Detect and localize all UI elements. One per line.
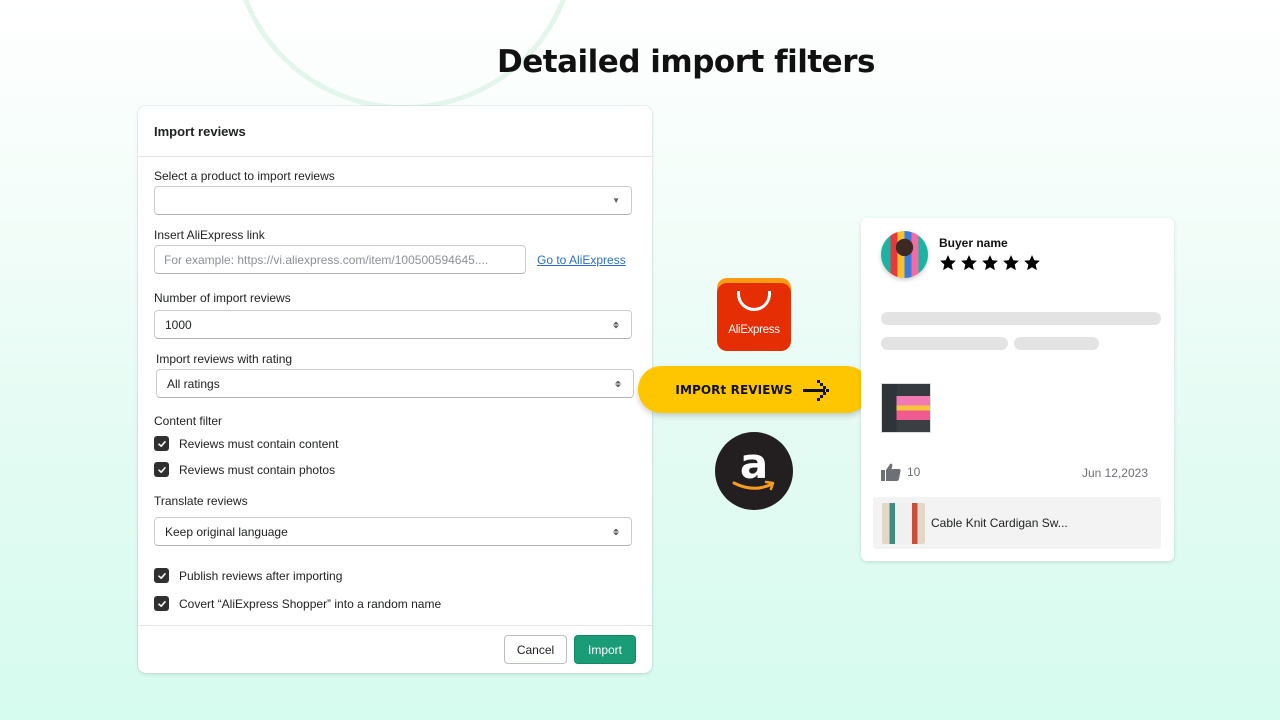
amazon-smile-icon	[732, 480, 775, 491]
checkbox-checked-icon[interactable]	[154, 568, 169, 583]
review-count-select[interactable]: 1000	[154, 310, 632, 339]
star-icon	[982, 255, 998, 271]
review-count-value: 1000	[165, 317, 192, 332]
checkbox-label: Reviews must contain photos	[179, 462, 336, 477]
modal-header: Import reviews	[138, 106, 652, 157]
text-skeleton-line	[881, 337, 1008, 350]
checkbox-checked-icon[interactable]	[154, 462, 169, 477]
page-headline: Detailed import filters	[497, 44, 875, 80]
rating-select-value: All ratings	[167, 376, 220, 391]
checkbox-checked-icon[interactable]	[154, 436, 169, 451]
rating-select[interactable]: All ratings	[156, 369, 634, 398]
review-photo[interactable]	[881, 383, 931, 433]
checkbox-contain-photos[interactable]: Reviews must contain photos	[154, 462, 335, 477]
text-skeleton-line	[1014, 337, 1099, 350]
product-link[interactable]: Cable Knit Cardigan Sw...	[873, 497, 1161, 549]
checkbox-label: Publish reviews after importing	[179, 568, 343, 583]
select-arrows-icon	[615, 380, 621, 387]
aliexpress-logo-text: AliExpress	[728, 324, 780, 336]
modal-title: Import reviews	[154, 124, 246, 139]
product-name: Cable Knit Cardigan Sw...	[931, 516, 1068, 530]
select-arrows-icon	[613, 528, 619, 535]
star-rating	[939, 254, 1041, 272]
star-icon	[961, 255, 977, 271]
amazon-logo: a	[715, 432, 793, 510]
buyer-name: Buyer name	[939, 236, 1008, 250]
star-icon	[1024, 255, 1040, 271]
buyer-avatar	[881, 231, 928, 278]
rating-select-label: Import reviews with rating	[156, 352, 293, 366]
review-card: Buyer name 10 Jun 12,2023 Cable Knit Car…	[861, 218, 1174, 561]
modal-footer: Cancel Import	[138, 625, 652, 673]
import-button[interactable]: Import	[574, 635, 636, 664]
aliexpress-logo: AliExpress	[717, 278, 791, 351]
review-date: Jun 12,2023	[1081, 466, 1148, 480]
shopping-bag-handle-icon	[737, 291, 771, 311]
import-reviews-label: IMPORt REVIEWS	[675, 382, 793, 397]
content-filter-label: Content filter	[154, 414, 223, 428]
checkbox-random-name[interactable]: Covert “AliExpress Shopper” into a rando…	[154, 596, 441, 611]
count-select-label: Number of import reviews	[154, 291, 291, 305]
checkbox-label: Reviews must contain content	[179, 436, 339, 451]
checkbox-contain-content[interactable]: Reviews must contain content	[154, 436, 338, 451]
import-reviews-button[interactable]: IMPORt REVIEWS	[638, 366, 870, 413]
likes-counter[interactable]: 10	[881, 463, 920, 481]
text-skeleton-line	[881, 312, 1161, 325]
translate-select-value: Keep original language	[165, 524, 288, 539]
product-select-label: Select a product to import reviews	[154, 169, 335, 183]
import-reviews-modal: Import reviews Select a product to impor…	[138, 106, 652, 673]
product-thumbnail	[882, 502, 925, 544]
aliexpress-link-input[interactable]	[154, 245, 526, 274]
thumbs-up-icon	[881, 463, 901, 481]
star-icon	[940, 255, 956, 271]
dropdown-caret-icon: ▼	[612, 195, 620, 205]
product-select[interactable]: ▼	[154, 186, 632, 215]
arrow-right-icon	[802, 379, 829, 401]
translate-select[interactable]: Keep original language	[154, 517, 632, 546]
link-input-label: Insert AliExpress link	[154, 228, 265, 242]
likes-count: 10	[907, 465, 921, 479]
checkbox-publish-after-import[interactable]: Publish reviews after importing	[154, 568, 342, 583]
translate-select-label: Translate reviews	[154, 494, 248, 508]
cancel-button[interactable]: Cancel	[504, 635, 567, 664]
checkbox-label: Covert “AliExpress Shopper” into a rando…	[179, 596, 442, 611]
go-to-aliexpress-link[interactable]: Go to AliExpress	[537, 253, 626, 267]
checkbox-checked-icon[interactable]	[154, 596, 169, 611]
star-icon	[1003, 255, 1019, 271]
select-arrows-icon	[613, 321, 619, 328]
